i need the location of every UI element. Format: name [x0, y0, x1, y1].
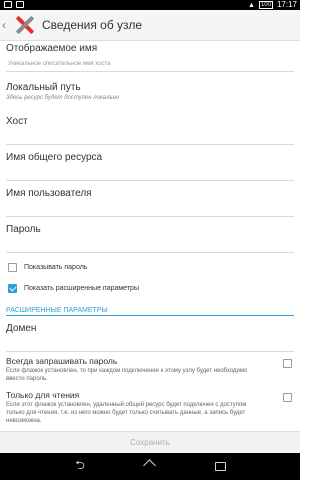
display-name-input[interactable]: Уникальное описательное имя хоста — [6, 57, 294, 72]
read-only-row[interactable]: Только для чтения Если этот флажок устан… — [6, 390, 294, 425]
recents-icon[interactable] — [209, 460, 231, 474]
page-title: Сведения об узле — [42, 18, 143, 32]
show-advanced-label: Показать расширенные параметры — [24, 285, 139, 292]
show-password-label: Показывать пароль — [24, 264, 88, 271]
always-ask-password-checkbox[interactable] — [283, 359, 292, 368]
status-bar: ▲ 100 17:17 — [0, 0, 300, 10]
host-input[interactable] — [6, 130, 294, 145]
local-path-hint: Здесь ресурс будет доступен локально — [6, 95, 120, 101]
save-button[interactable]: Сохранить — [130, 438, 170, 447]
show-advanced-row[interactable]: Показать расширенные параметры — [8, 284, 139, 293]
domain-field: Домен — [6, 323, 294, 352]
password-field: Пароль — [6, 224, 294, 253]
display-name-label: Отображаемое имя — [6, 43, 98, 54]
always-ask-password-row[interactable]: Всегда запрашивать пароль Если флажок ус… — [6, 356, 294, 383]
read-only-description: Если этот флажок установлен, удаленный о… — [6, 402, 247, 424]
clock: 17:17 — [276, 0, 297, 9]
tools-icon[interactable] — [12, 13, 36, 37]
host-details-form: Отображаемое имя Уникальное описательное… — [0, 41, 300, 431]
battery-icon: 100 — [258, 1, 273, 9]
domain-label: Домен — [6, 323, 37, 334]
always-ask-password-description: Если флажок установлен, то при каждом по… — [6, 368, 248, 382]
share-name-input[interactable] — [6, 166, 294, 181]
password-input[interactable] — [6, 238, 294, 253]
navigation-bar: ⮌ — [0, 453, 300, 480]
password-label: Пароль — [6, 224, 41, 235]
always-ask-password-label: Всегда запрашивать пароль — [6, 356, 118, 366]
read-only-label: Только для чтения — [6, 390, 80, 400]
read-only-checkbox[interactable] — [283, 393, 292, 402]
host-label: Хост — [6, 116, 28, 127]
advanced-section-header: РАСШИРЕННЫЕ ПАРАМЕТРЫ — [6, 307, 294, 316]
share-name-label: Имя общего ресурса — [6, 152, 103, 163]
up-chevron-icon[interactable]: ‹ — [2, 18, 12, 32]
username-field: Имя пользователя — [6, 188, 294, 217]
domain-input[interactable] — [6, 337, 294, 352]
notification-icon — [16, 1, 24, 8]
host-field: Хост — [6, 116, 294, 145]
show-advanced-checkbox[interactable] — [8, 284, 17, 293]
back-icon[interactable]: ⮌ — [69, 456, 91, 477]
local-path-label: Локальный путь — [6, 82, 81, 93]
share-name-field: Имя общего ресурса — [6, 152, 294, 181]
action-bar: ‹ Сведения об узле — [0, 10, 300, 41]
local-path-field[interactable]: Локальный путь Здесь ресурс будет доступ… — [6, 82, 294, 101]
home-icon[interactable] — [139, 460, 161, 474]
save-bar: Сохранить — [0, 431, 300, 453]
display-name-field: Отображаемое имя Уникальное описательное… — [6, 43, 294, 72]
username-label: Имя пользователя — [6, 188, 92, 199]
notification-icon — [4, 1, 12, 8]
signal-icon: ▲ — [248, 1, 255, 9]
show-password-row[interactable]: Показывать пароль — [8, 263, 87, 272]
username-input[interactable] — [6, 202, 294, 217]
show-password-checkbox[interactable] — [8, 263, 17, 272]
